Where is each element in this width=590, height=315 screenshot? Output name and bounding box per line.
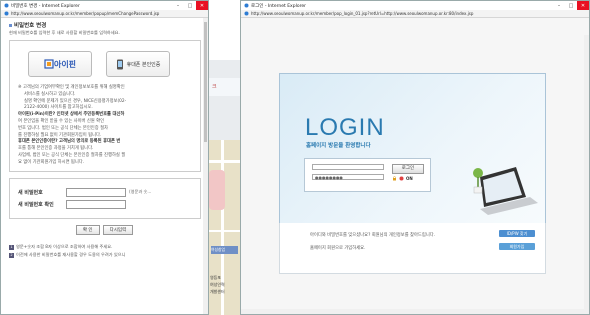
welcome-text: 홈페이지 방문을 환영합니다 [306,143,371,149]
close-button[interactable]: ✕ [577,1,589,10]
join-text: 홈페이지 회원으로 가입하세요. [310,246,366,251]
foot-line: 영문+숫자 조합 8자 이상으로 조합하여 사용해 주세요. [16,243,113,249]
section-title: 비밀번호 변경 [9,21,208,29]
address-url: http://www.seoulwomanup.or.kr/member/pop… [251,11,474,16]
ie-icon [244,3,249,8]
password-form: 새 비밀번호 (영문과 숫... 새 비밀번호 확인 [9,177,201,219]
security-toggle-icon[interactable] [399,176,404,181]
confirm-button[interactable]: 확 인 [75,224,100,235]
login-title: LOGIN [305,114,385,141]
new-password-label: 새 비밀번호 [18,189,43,196]
scroll-thumb[interactable] [204,22,207,142]
login-panel: LOGIN 홈페이지 방문을 환영합니다 ●●●●●●●● 로그인 ON [279,73,546,225]
horizontal-scrollbar[interactable] [241,309,589,314]
map-road [209,160,240,163]
minimize-button[interactable]: – [172,1,184,10]
login-page: LOGIN 홈페이지 방문을 환영합니다 ●●●●●●●● 로그인 ON 아이디… [241,18,589,314]
password-hint: (영문과 숫... [129,189,152,195]
map-label: 영등포 [210,275,222,280]
note-line: 사업체, 법인 또는 공식 단체는 본인인증 절차를 진행하실 필 [18,152,126,158]
vertical-scrollbar[interactable] [203,18,208,314]
window-title: 로그인 - Internet Explorer [251,3,306,9]
find-text: 아이디와 비밀번호를 잊으셨나요? 회원님의 개인정보를 찾아드립니다. [310,233,436,238]
ie-icon [4,11,9,16]
footnotes: 1 영문+숫자 조합 8자 이상으로 조합하여 사용해 주세요. 2 이전에 사용한… [9,243,208,259]
note-line: 번호 입니다. 법인 또는 공식 단체는 본인인증 절차 [18,125,108,131]
ie-icon [244,11,249,16]
laptop-illustration [473,167,538,215]
section-desc: 현재 비밀번호를 입력한 후 새로 사용할 비밀번호를 입력하세요. [9,30,120,35]
phone-icon [116,59,123,69]
address-url: http://www.seoulwomanup.or.kr/member/pop… [11,11,160,16]
map-road [209,230,240,232]
note-line: 아이핀(i-Pin)이란? 인터넷 상에서 주민등록번호를 대신하 [18,112,125,118]
window-titlebar[interactable]: 로그인 - Internet Explorer – □ ✕ [241,1,589,10]
map-label: 개발센터 [210,289,225,294]
lock-icon [393,176,396,181]
ie-icon [4,3,9,8]
login-window: 로그인 - Internet Explorer – □ ✕ http://www… [240,0,590,315]
password-input[interactable]: ●●●●●●●● [312,174,384,180]
close-button[interactable]: ✕ [196,1,208,10]
ipin-icon [44,59,54,69]
note-line: 요 없이 기관회원가입 하시면 됩니다. [18,159,85,165]
phone-auth-button[interactable]: 휴대폰 본인인증 [106,51,170,77]
new-password-input[interactable] [66,187,126,197]
maximize-button[interactable]: □ [565,1,577,10]
security-on-label: ON [406,176,413,181]
note-line: 호를 통해 본인인증 과정을 거치게 됩니다. [18,146,94,152]
auth-box: 아이핀 휴대폰 본인인증 ※ 고객님의 기업여부확인 및 개인정보보호를 위해 … [9,40,201,172]
map-label: 크 [212,84,217,90]
window-titlebar[interactable]: 비밀번호 변경 - Internet Explorer – □ ✕ [1,1,208,10]
maximize-button[interactable]: □ [184,1,196,10]
login-help-bar: 아이디와 비밀번호를 잊으셨나요? 회원님의 개인정보를 찾아드립니다. 홈페이… [279,223,546,274]
phone-auth-label: 휴대폰 본인인증 [126,61,161,68]
login-button[interactable]: 로그인 [392,164,424,174]
window-title: 비밀번호 변경 - Internet Explorer [11,3,80,9]
password-change-window: 비밀번호 변경 - Internet Explorer – □ ✕ http:/… [0,0,209,315]
background-banner: 크 [209,78,240,96]
confirm-password-input[interactable] [66,199,126,209]
find-id-pw-button[interactable]: ID/PW 찾기 [499,230,535,237]
login-form: ●●●●●●●● 로그인 ON [304,158,431,192]
number-badge: 1 [9,244,14,250]
number-badge: 2 [9,252,14,258]
minimize-button[interactable]: – [553,1,565,10]
map-marker-label: 여성창업 [211,246,238,254]
note-line: 서비스를 실시하고 있습니다. [24,91,76,97]
foot-line: 이전에 사용한 비밀번호를 재사용할 경우 도용의 우려가 있으니 [16,251,126,257]
map[interactable]: 여성창업 영등포 여성인력 개발센터 [209,140,240,315]
id-input[interactable] [312,164,384,170]
ipin-button[interactable]: 아이핀 [28,51,92,77]
note-line: 여 본인임을 확인 받을 수 있는 사이버 신원 확인 [18,118,105,124]
auth-notes: ※ 고객님의 기업여부확인 및 개인정보보호를 위해 실명확인 서비스를 실시하… [18,85,192,167]
map-region [209,170,225,210]
join-button[interactable]: 회원가입 [499,243,535,250]
vertical-scrollbar[interactable] [584,35,589,309]
ipin-label: 아이핀 [53,59,77,69]
address-bar[interactable]: http://www.seoulwomanup.or.kr/member/pop… [1,10,208,18]
map-label: 여성인력 [210,282,225,287]
background-header [209,0,240,60]
confirm-password-label: 새 비밀번호 확인 [18,201,54,208]
rewrite-button[interactable]: 다시입력 [102,224,134,235]
note-line: ※ 고객님의 기업여부확인 및 개인정보보호를 위해 실명확인 [18,85,125,90]
address-bar[interactable]: http://www.seoulwomanup.or.kr/member/pop… [241,10,589,18]
